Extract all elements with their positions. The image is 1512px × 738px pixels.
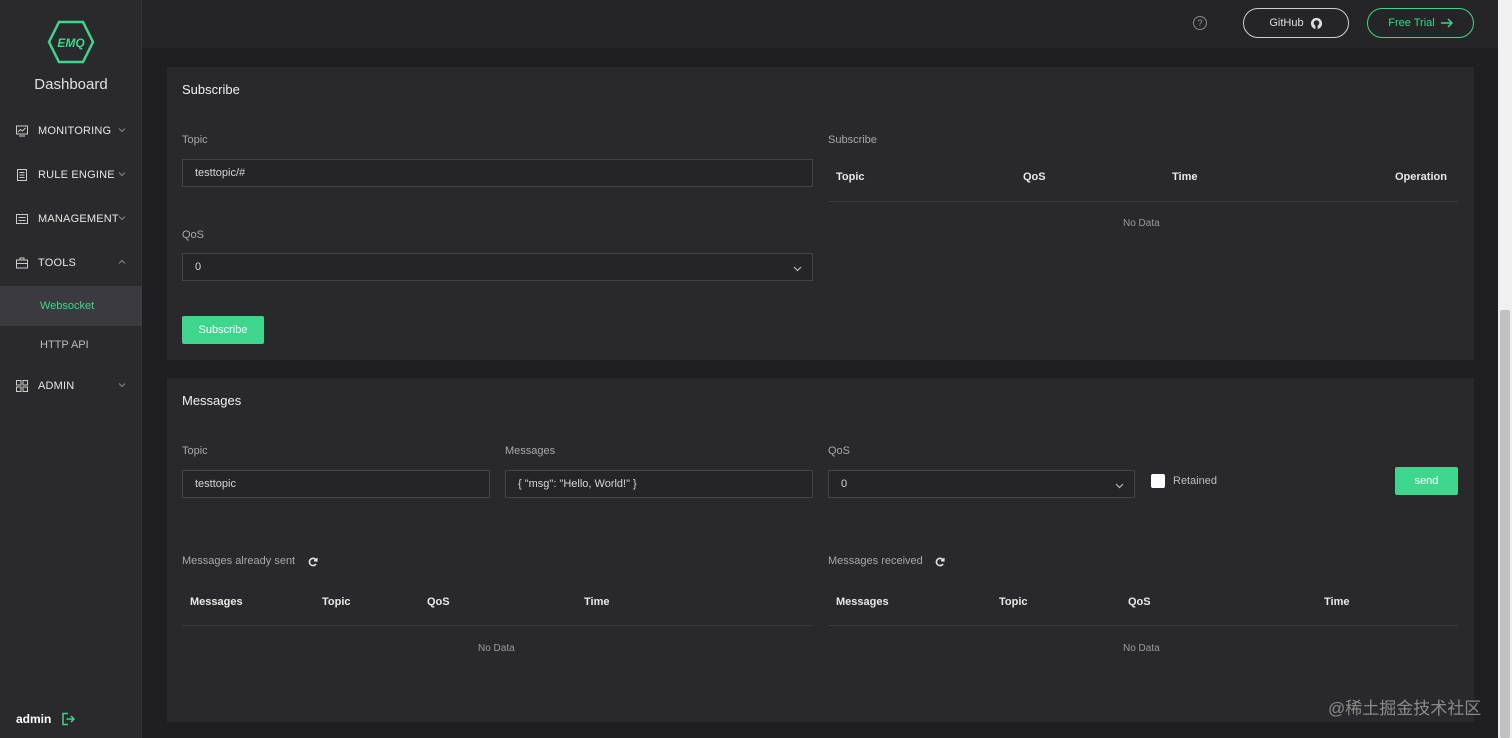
github-button[interactable]: GitHub bbox=[1243, 8, 1349, 38]
send-button[interactable]: send bbox=[1395, 467, 1458, 495]
github-icon bbox=[1310, 17, 1322, 29]
chevron-down-icon bbox=[793, 266, 802, 272]
chevron-down-icon bbox=[118, 128, 126, 133]
username: admin bbox=[16, 712, 52, 726]
chevron-down-icon bbox=[1115, 483, 1124, 489]
message-topic-input[interactable]: testtopic bbox=[182, 470, 490, 498]
nav-http-api[interactable]: HTTP API bbox=[0, 325, 142, 365]
received-col-topic: Topic bbox=[999, 596, 1028, 608]
subscribe-button[interactable]: Subscribe bbox=[182, 316, 264, 344]
col-qos: QoS bbox=[1023, 171, 1046, 183]
subscriptions-label: Subscribe bbox=[828, 134, 877, 146]
emq-logo[interactable]: EMQ bbox=[47, 20, 95, 64]
chevron-down-icon bbox=[118, 383, 126, 388]
received-table-divider bbox=[828, 625, 1458, 626]
nav-monitoring-label: MONITORING bbox=[38, 125, 112, 137]
message-payload-label: Messages bbox=[505, 445, 556, 457]
refresh-icon[interactable] bbox=[935, 557, 945, 567]
subscribe-card: Subscribe Topic testtopic/# QoS 0 Subscr… bbox=[167, 67, 1474, 360]
nav-rule-engine[interactable]: RULE ENGINE bbox=[0, 155, 142, 195]
sent-col-qos: QoS bbox=[427, 596, 450, 608]
message-topic-value: testtopic bbox=[195, 478, 236, 490]
retained-checkbox[interactable] bbox=[1151, 474, 1165, 488]
chevron-down-icon bbox=[118, 172, 126, 177]
sidebar: EMQ Dashboard MONITORING RULE ENGINE MAN… bbox=[0, 0, 142, 738]
message-qos-value: 0 bbox=[841, 478, 848, 490]
received-col-qos: QoS bbox=[1128, 596, 1151, 608]
help-icon[interactable]: ? bbox=[1193, 16, 1207, 30]
scrollbar-thumb[interactable] bbox=[1500, 310, 1510, 738]
sent-label: Messages already sent bbox=[182, 555, 296, 567]
table-divider bbox=[828, 201, 1458, 202]
sent-col-topic: Topic bbox=[322, 596, 351, 608]
sent-col-messages: Messages bbox=[190, 596, 243, 608]
nav-tools-label: TOOLS bbox=[38, 257, 77, 269]
subscribe-qos-value: 0 bbox=[195, 261, 202, 273]
nav-rule-engine-label: RULE ENGINE bbox=[38, 169, 115, 181]
toolbox-icon bbox=[16, 257, 28, 269]
github-label: GitHub bbox=[1269, 17, 1304, 29]
nav-monitoring[interactable]: MONITORING bbox=[0, 111, 142, 151]
message-qos-label: QoS bbox=[828, 445, 851, 457]
grid-icon bbox=[16, 380, 28, 392]
sent-col-time: Time bbox=[584, 596, 610, 608]
document-icon bbox=[17, 169, 27, 181]
col-time: Time bbox=[1172, 171, 1198, 183]
message-payload-input[interactable]: { "msg": "Hello, World!" } bbox=[505, 470, 813, 498]
received-label: Messages received bbox=[828, 555, 923, 567]
col-topic: Topic bbox=[836, 171, 865, 183]
nav-websocket-label: Websocket bbox=[40, 300, 95, 312]
arrow-right-icon bbox=[1440, 18, 1453, 28]
message-qos-select[interactable]: 0 bbox=[828, 470, 1135, 498]
message-payload-value: { "msg": "Hello, World!" } bbox=[518, 478, 637, 490]
nav-management[interactable]: MANAGEMENT bbox=[0, 199, 142, 239]
management-icon bbox=[16, 214, 28, 224]
user-area: admin bbox=[16, 712, 76, 726]
subscriptions-no-data: No Data bbox=[1123, 218, 1160, 229]
nav-management-label: MANAGEMENT bbox=[38, 213, 119, 225]
received-no-data: No Data bbox=[1123, 643, 1160, 654]
subscribe-qos-select[interactable]: 0 bbox=[182, 253, 813, 281]
received-col-time: Time bbox=[1324, 596, 1350, 608]
chevron-down-icon bbox=[118, 216, 126, 221]
messages-title: Messages bbox=[182, 393, 242, 408]
nav-websocket[interactable]: Websocket bbox=[0, 286, 142, 326]
nav-admin-label: ADMIN bbox=[38, 380, 75, 392]
free-trial-button[interactable]: Free Trial bbox=[1367, 8, 1474, 38]
message-topic-label: Topic bbox=[182, 445, 208, 457]
subscribe-qos-label: QoS bbox=[182, 229, 205, 241]
free-trial-label: Free Trial bbox=[1388, 17, 1435, 29]
refresh-icon[interactable] bbox=[308, 557, 318, 567]
chevron-up-icon bbox=[118, 259, 126, 264]
subscribe-topic-value: testtopic/# bbox=[195, 167, 246, 179]
retained-label: Retained bbox=[1173, 475, 1218, 487]
col-operation: Operation bbox=[1395, 171, 1447, 183]
subscribe-topic-input[interactable]: testtopic/# bbox=[182, 159, 813, 187]
received-col-messages: Messages bbox=[836, 596, 889, 608]
logout-icon[interactable] bbox=[61, 712, 76, 726]
sent-no-data: No Data bbox=[478, 643, 515, 654]
nav-http-api-label: HTTP API bbox=[40, 339, 89, 351]
sent-table-divider bbox=[182, 625, 813, 626]
nav-admin[interactable]: ADMIN bbox=[0, 366, 142, 406]
logo-text: EMQ bbox=[57, 36, 85, 50]
subscribe-title: Subscribe bbox=[182, 82, 240, 97]
brand-title: Dashboard bbox=[34, 76, 108, 93]
watermark: @稀土掘金技术社区 bbox=[1328, 699, 1482, 718]
messages-card: Messages Topic testtopic Messages { "msg… bbox=[167, 378, 1474, 722]
subscribe-topic-label: Topic bbox=[182, 134, 208, 146]
nav-tools[interactable]: TOOLS bbox=[0, 243, 142, 283]
monitor-icon bbox=[16, 125, 28, 137]
